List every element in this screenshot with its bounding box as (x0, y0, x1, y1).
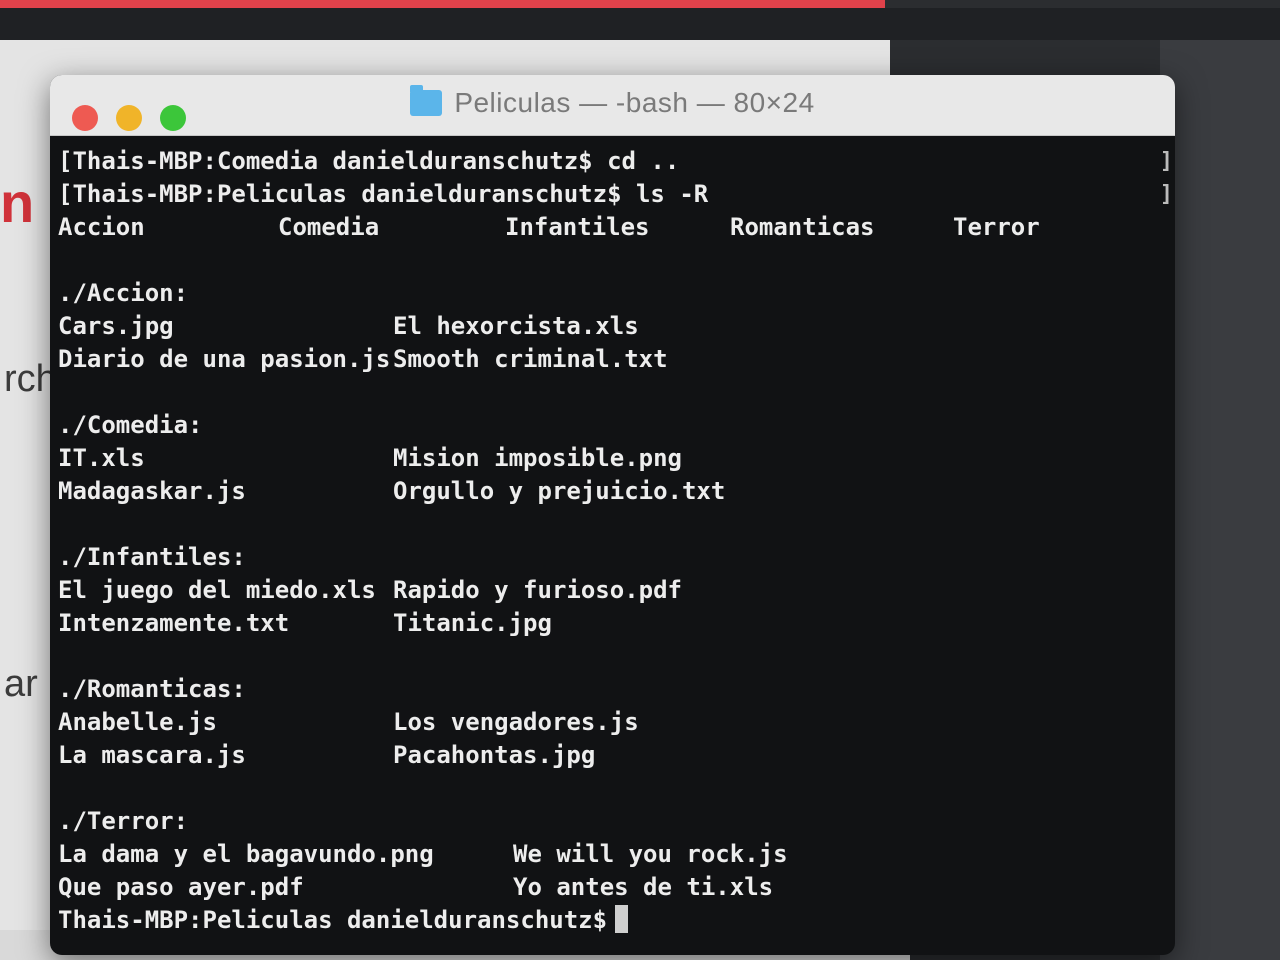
file-name: Los vengadores.js (393, 708, 639, 736)
file-name: Mision imposible.png (393, 444, 682, 472)
edge-bracket: ] (1159, 149, 1173, 174)
file-name: La dama y el bagavundo.png (58, 840, 434, 868)
background-right-panel (1160, 40, 1280, 960)
file-row: Diario de una pasion.js Smooth criminal.t… (58, 343, 1175, 376)
title-process-info: — -bash — 80×24 (579, 87, 815, 118)
command-text: [Thais-MBP:Peliculas danielduranschutz$ … (58, 180, 709, 208)
command-line: [Thais-MBP:Peliculas danielduranschutz$ … (58, 178, 1175, 211)
command-text: [Thais-MBP:Comedia danielduranschutz$ cd… (58, 147, 680, 175)
file-name: Intenzamente.txt (58, 609, 290, 637)
file-name: Yo antes de ti.xls (513, 873, 774, 901)
background-red-bar (0, 0, 885, 8)
file-row: La dama y el bagavundo.png We will you ro… (58, 838, 1175, 871)
file-name: Rapido y furioso.pdf (393, 576, 682, 604)
file-row: El juego del miedo.xls Rapido y furioso.p… (58, 574, 1175, 607)
directory-name: Infantiles (505, 213, 650, 241)
window-title: Peliculas — -bash — 80×24 (50, 85, 1175, 119)
text-cursor (615, 905, 629, 933)
file-name: We will you rock.js (513, 840, 788, 868)
directory-listing-row: Accion Comedia Infantiles Romanticas Ter… (58, 211, 1175, 244)
terminal-window[interactable]: Peliculas — -bash — 80×24 [Thais-MBP:Com… (50, 75, 1175, 955)
file-row: IT.xls Mision imposible.png (58, 442, 1175, 475)
section-header: ./Accion: (58, 279, 189, 307)
background-text-fragment: ar (4, 663, 38, 705)
section-header: ./Comedia: (58, 411, 203, 439)
section-header: ./Terror: (58, 807, 189, 835)
file-row: Madagaskar.js Orgullo y prejuicio.txt (58, 475, 1175, 508)
directory-name: Comedia (278, 213, 380, 241)
file-name: Titanic.jpg (393, 609, 552, 637)
file-name: La mascara.js (58, 741, 246, 769)
file-row: La mascara.js Pacahontas.jpg (58, 739, 1175, 772)
title-folder-name: Peliculas (454, 87, 571, 118)
file-name: IT.xls (58, 444, 145, 472)
file-name: Orgullo y prejuicio.txt (393, 477, 726, 505)
section-header: ./Infantiles: (58, 543, 246, 571)
window-titlebar[interactable]: Peliculas — -bash — 80×24 (50, 75, 1175, 136)
background-text-fragment: rch (4, 358, 57, 400)
file-name: Pacahontas.jpg (393, 741, 596, 769)
file-row: Que paso ayer.pdf Yo antes de ti.xls (58, 871, 1175, 904)
directory-name: Romanticas (730, 213, 875, 241)
folder-icon (410, 85, 443, 116)
file-row: Anabelle.js Los vengadores.js (58, 706, 1175, 739)
terminal-output[interactable]: [Thais-MBP:Comedia danielduranschutz$ cd… (50, 135, 1175, 955)
file-name: El juego del miedo.xls (58, 576, 376, 604)
edge-bracket: ] (1159, 182, 1173, 207)
file-name: Smooth criminal.txt (393, 345, 668, 373)
file-name: Cars.jpg (58, 312, 174, 340)
file-name: Diario de una pasion.js (58, 345, 391, 373)
directory-name: Terror (953, 213, 1040, 241)
file-name: Anabelle.js (58, 708, 217, 736)
file-name: Que paso ayer.pdf (58, 873, 304, 901)
section-header: ./Romanticas: (58, 675, 246, 703)
file-row: Cars.jpg El hexorcista.xls (58, 310, 1175, 343)
prompt-text: Thais-MBP:Peliculas danielduranschutz$ (58, 906, 608, 934)
listing-sections: ./Accion: Cars.jpg El hexorcista.xls Diario… (58, 244, 1175, 904)
file-row: Intenzamente.txt Titanic.jpg (58, 607, 1175, 640)
file-name: Madagaskar.js (58, 477, 246, 505)
directory-name: Accion (58, 213, 145, 241)
background-dark-strip (0, 8, 1280, 40)
prompt-line[interactable]: Thais-MBP:Peliculas danielduranschutz$ (58, 904, 1175, 937)
file-name: El hexorcista.xls (393, 312, 639, 340)
command-line: [Thais-MBP:Comedia danielduranschutz$ cd… (58, 145, 1175, 178)
